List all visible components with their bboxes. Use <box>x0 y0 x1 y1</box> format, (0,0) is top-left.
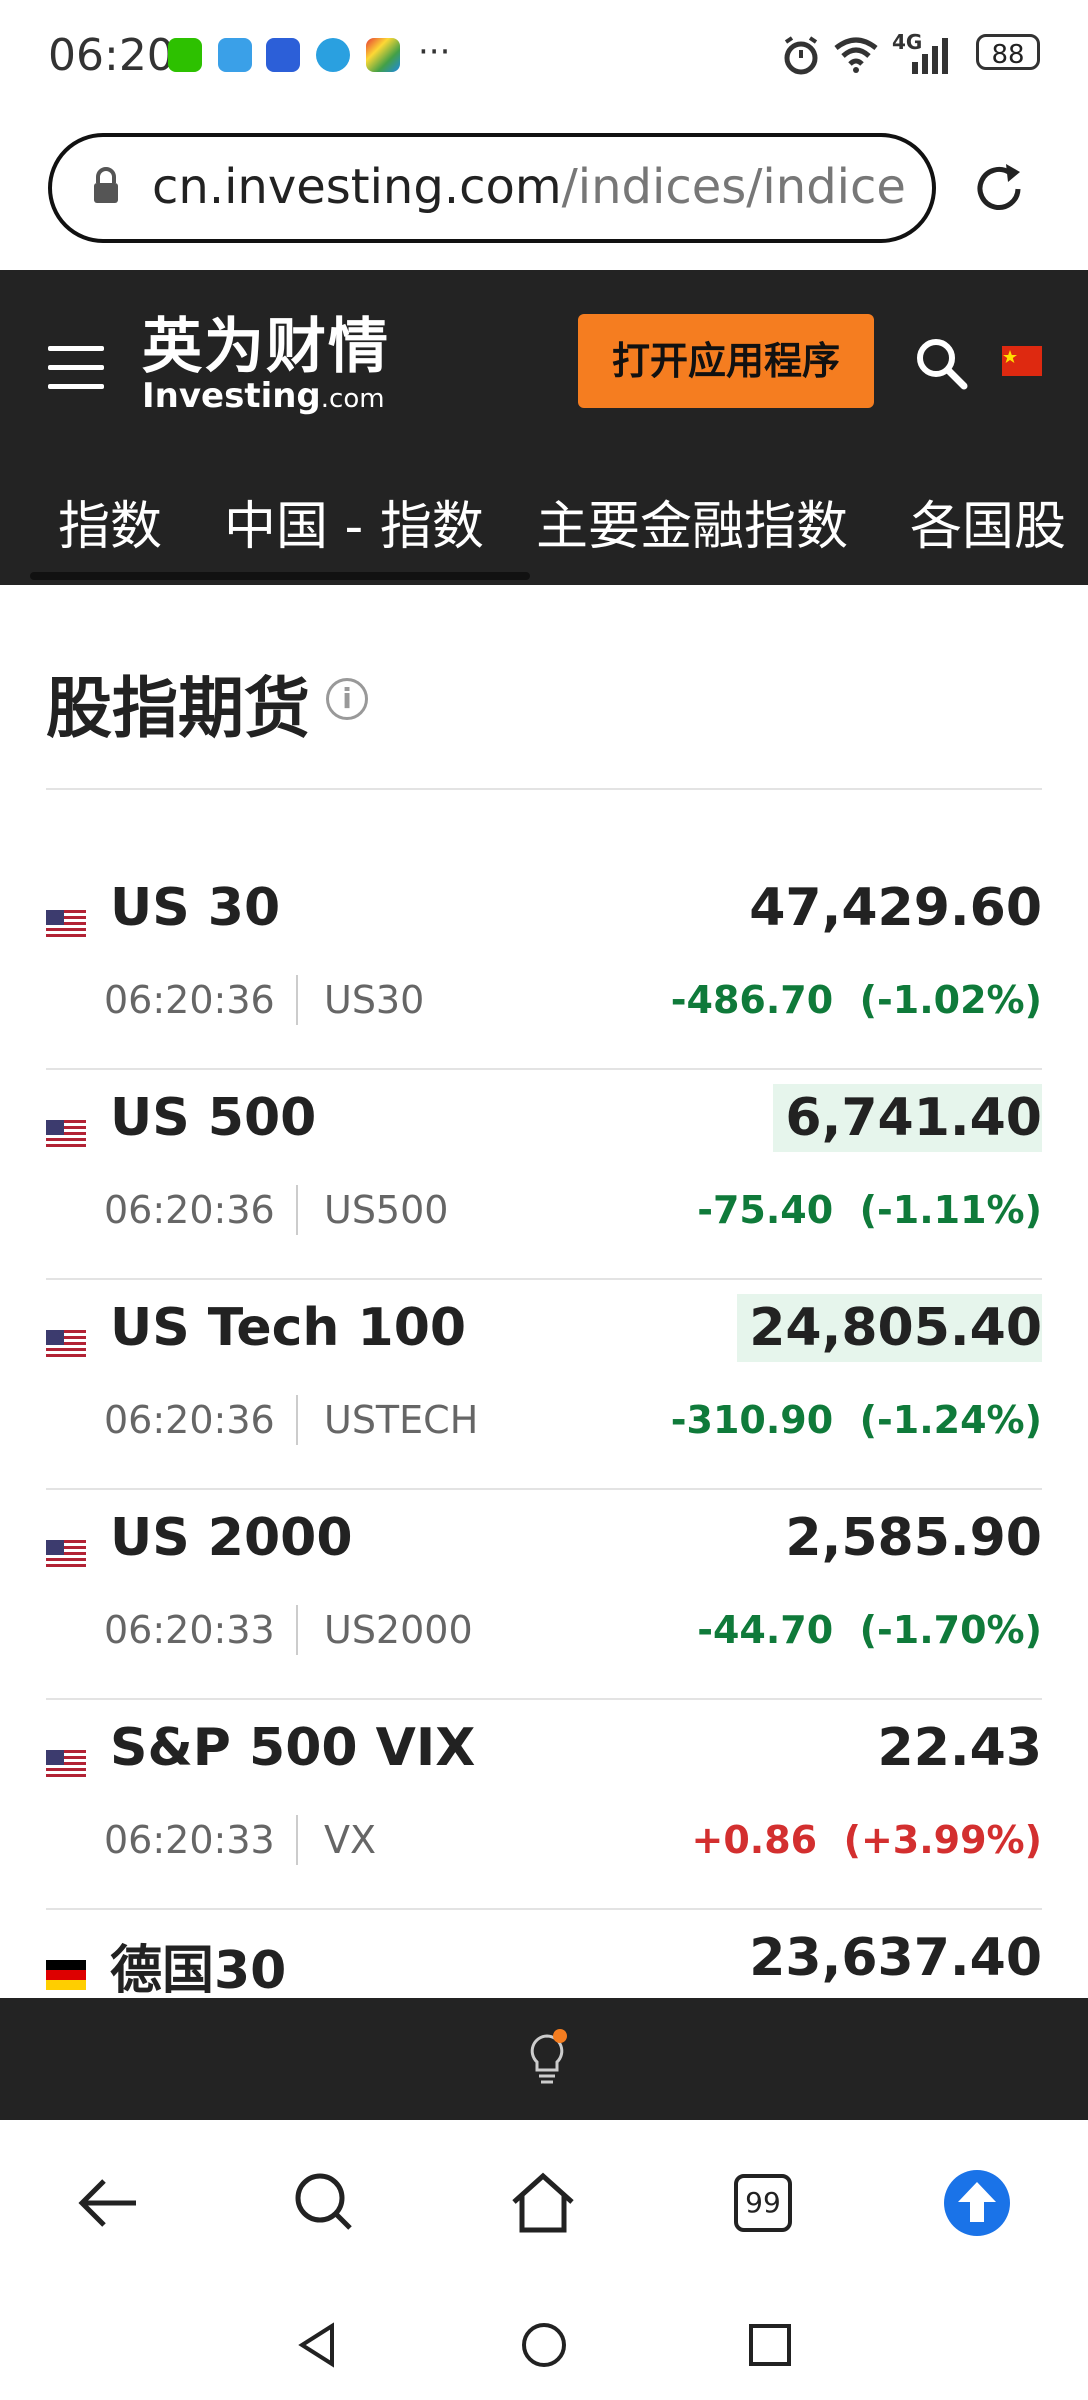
instrument-name[interactable]: US 30 <box>110 878 280 938</box>
list-item[interactable]: US Tech 100 24,805.40 06:20:36 USTECH -3… <box>46 1280 1042 1490</box>
instrument-name[interactable]: 德国30 <box>110 1928 286 2003</box>
lightbulb-icon[interactable] <box>522 2028 572 2092</box>
menu-icon[interactable] <box>48 346 104 390</box>
logo-chinese[interactable]: 英为财情 <box>142 298 390 385</box>
us-flag-icon <box>46 1330 86 1360</box>
system-home-icon[interactable] <box>519 2320 569 2370</box>
browser-toolbar: 99 <box>0 2120 1088 2290</box>
active-tab-indicator <box>30 572 530 580</box>
browser-app-icon <box>316 38 350 72</box>
instrument-name[interactable]: US Tech 100 <box>110 1298 466 1358</box>
price: 2,585.90 <box>785 1508 1042 1568</box>
timestamp: 06:20:36 <box>104 978 275 1022</box>
status-time: 06:20 <box>48 30 175 81</box>
list-item[interactable]: S&P 500 VIX 22.43 06:20:33 VX +0.86 (+3.… <box>46 1700 1042 1910</box>
change: -44.70 (-1.70%) <box>697 1608 1042 1652</box>
timestamp: 06:20:33 <box>104 1608 275 1652</box>
status-bar: 06:20 ··· 4G 88 <box>0 0 1088 110</box>
system-recents-icon[interactable] <box>745 2320 795 2370</box>
change: -486.70 (-1.02%) <box>670 978 1042 1022</box>
china-flag-icon[interactable] <box>1002 346 1042 376</box>
wifi-icon <box>834 37 878 73</box>
us-flag-icon <box>46 1750 86 1780</box>
address-bar[interactable]: cn.investing.com/indices/indices <box>48 133 936 243</box>
tabs-button[interactable]: 99 <box>728 2168 798 2238</box>
change: +0.86 (+3.99%) <box>691 1818 1042 1862</box>
tabs-count-icon: 99 <box>734 2174 792 2232</box>
search-icon[interactable] <box>290 2168 360 2238</box>
list-item[interactable]: US 500 6,741.40 06:20:36 US500 -75.40 (-… <box>46 1070 1042 1280</box>
site-header: 英为财情 Investing.com 打开应用程序 指数 中国 - 指数 主要金… <box>0 270 1088 585</box>
url-text[interactable]: cn.investing.com/indices/indices <box>152 159 907 215</box>
symbol: US500 <box>324 1188 449 1232</box>
category-tabs: 指数 中国 - 指数 主要金融指数 各国股 <box>0 470 1088 585</box>
price: 23,637.40 <box>749 1928 1042 1988</box>
lock-icon <box>94 167 118 203</box>
battery-indicator: 88 <box>976 34 1040 70</box>
section-title: 股指期货 <box>46 670 310 747</box>
app-icon <box>218 38 252 72</box>
scroll-to-top-icon[interactable] <box>942 2168 1012 2238</box>
alarm-icon <box>784 36 818 75</box>
back-arrow-icon[interactable] <box>74 2168 144 2238</box>
separator <box>296 1395 298 1445</box>
symbol: US2000 <box>324 1608 473 1652</box>
symbol: US30 <box>324 978 425 1022</box>
wechat-icon <box>168 38 202 72</box>
info-icon[interactable]: i <box>326 678 368 720</box>
change: -310.90 (-1.24%) <box>670 1398 1042 1442</box>
app-icon <box>266 38 300 72</box>
app-icon <box>366 38 400 72</box>
separator <box>296 1815 298 1865</box>
price: 47,429.60 <box>749 878 1042 938</box>
separator <box>296 1605 298 1655</box>
tab-indices[interactable]: 指数 <box>58 484 162 559</box>
timestamp: 06:20:33 <box>104 1818 275 1862</box>
tab-china-indices[interactable]: 中国 - 指数 <box>224 484 484 559</box>
germany-flag-icon <box>46 1960 86 1990</box>
instrument-name[interactable]: US 2000 <box>110 1508 353 1568</box>
tab-country-stocks[interactable]: 各国股 <box>910 484 1066 559</box>
system-back-icon[interactable] <box>292 2320 342 2370</box>
us-flag-icon <box>46 910 86 940</box>
instrument-name[interactable]: S&P 500 VIX <box>110 1718 475 1778</box>
signal-icon <box>912 38 948 74</box>
symbol: VX <box>324 1818 377 1862</box>
system-navigation-bar <box>0 2290 1088 2400</box>
reload-icon[interactable] <box>970 160 1028 218</box>
separator <box>296 1185 298 1235</box>
list-item[interactable]: US 2000 2,585.90 06:20:33 US2000 -44.70 … <box>46 1490 1042 1700</box>
symbol: USTECH <box>324 1398 479 1442</box>
price: 24,805.40 <box>737 1294 1042 1362</box>
more-notifications-icon: ··· <box>418 32 451 72</box>
price: 22.43 <box>877 1718 1042 1778</box>
timestamp: 06:20:36 <box>104 1188 275 1232</box>
tab-major-indices[interactable]: 主要金融指数 <box>536 484 848 559</box>
list-item[interactable]: US 30 47,429.60 06:20:36 US30 -486.70 (-… <box>46 860 1042 1070</box>
open-app-button[interactable]: 打开应用程序 <box>578 314 874 408</box>
divider <box>46 788 1042 790</box>
logo-investing[interactable]: Investing.com <box>142 376 385 416</box>
timestamp: 06:20:36 <box>104 1398 275 1442</box>
separator <box>296 975 298 1025</box>
us-flag-icon <box>46 1120 86 1150</box>
home-icon[interactable] <box>508 2168 578 2238</box>
change: -75.40 (-1.11%) <box>697 1188 1042 1232</box>
instrument-name[interactable]: US 500 <box>110 1088 316 1148</box>
tip-bar <box>0 1998 1088 2120</box>
price: 6,741.40 <box>773 1084 1042 1152</box>
us-flag-icon <box>46 1540 86 1570</box>
search-icon[interactable] <box>914 336 968 390</box>
